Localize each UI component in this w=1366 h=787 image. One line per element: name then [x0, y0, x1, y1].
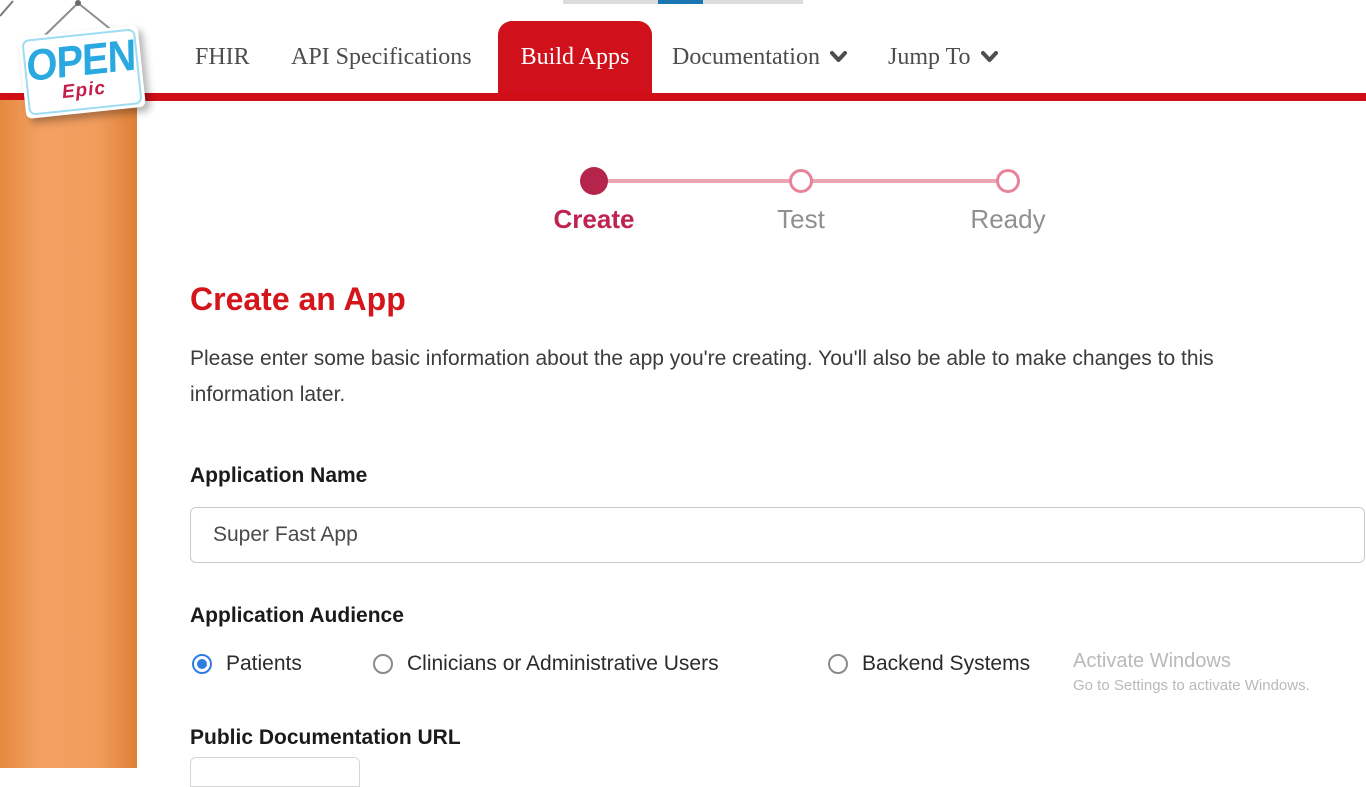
page-description-line1: Please enter some basic information abou… — [190, 341, 1214, 377]
activate-windows-watermark: Activate Windows Go to Settings to activ… — [1073, 650, 1310, 694]
page-description: Please enter some basic information abou… — [190, 341, 1214, 413]
header-red-divider — [0, 93, 1366, 101]
media-progress-track[interactable] — [563, 0, 803, 4]
page-title: Create an App — [190, 281, 406, 318]
public-documentation-url-input[interactable] — [190, 757, 360, 787]
open-epic-logo[interactable]: OPEN Epic — [18, 25, 146, 119]
application-name-input[interactable] — [190, 507, 1365, 563]
radio-backend-systems-label: Backend Systems — [862, 652, 1030, 676]
chevron-down-icon — [981, 42, 998, 69]
application-name-label: Application Name — [190, 464, 367, 488]
left-orange-sidebar — [0, 100, 137, 768]
nav-tab-build-apps-label: Build Apps — [521, 44, 630, 71]
nav-item-fhir[interactable]: FHIR — [195, 44, 250, 71]
nav-item-jump-to[interactable]: Jump To — [888, 44, 998, 71]
step-ready-label: Ready — [928, 204, 1088, 235]
radio-clinicians-circle[interactable] — [373, 654, 393, 674]
nav-item-documentation-label: Documentation — [672, 44, 820, 70]
stepper-connector-2 — [801, 179, 1008, 183]
create-app-page: { "top_progress": { "track_color": "#dcd… — [0, 0, 1366, 768]
media-progress-fill — [658, 0, 703, 4]
step-ready-circle — [996, 169, 1020, 193]
activate-windows-line2: Go to Settings to activate Windows. — [1073, 677, 1310, 694]
step-test-label: Test — [721, 204, 881, 235]
nav-tab-build-apps[interactable]: Build Apps — [498, 21, 652, 93]
radio-patients-label: Patients — [226, 652, 302, 676]
page-description-line2: information later. — [190, 377, 1214, 413]
radio-clinicians-label: Clinicians or Administrative Users — [407, 652, 719, 676]
stepper-connector-1 — [594, 179, 801, 183]
nav-item-api-specifications[interactable]: API Specifications — [291, 44, 472, 71]
activate-windows-line1: Activate Windows — [1073, 650, 1310, 673]
step-create-label: Create — [514, 204, 674, 235]
nav-item-jump-to-label: Jump To — [888, 44, 971, 70]
public-documentation-url-label: Public Documentation URL — [190, 726, 461, 750]
step-create-circle — [580, 167, 608, 195]
nav-item-documentation[interactable]: Documentation — [672, 44, 847, 71]
chevron-down-icon — [830, 42, 847, 69]
application-audience-label: Application Audience — [190, 604, 404, 628]
step-test-circle — [789, 169, 813, 193]
radio-patients-circle[interactable] — [192, 654, 212, 674]
radio-backend-systems-circle[interactable] — [828, 654, 848, 674]
